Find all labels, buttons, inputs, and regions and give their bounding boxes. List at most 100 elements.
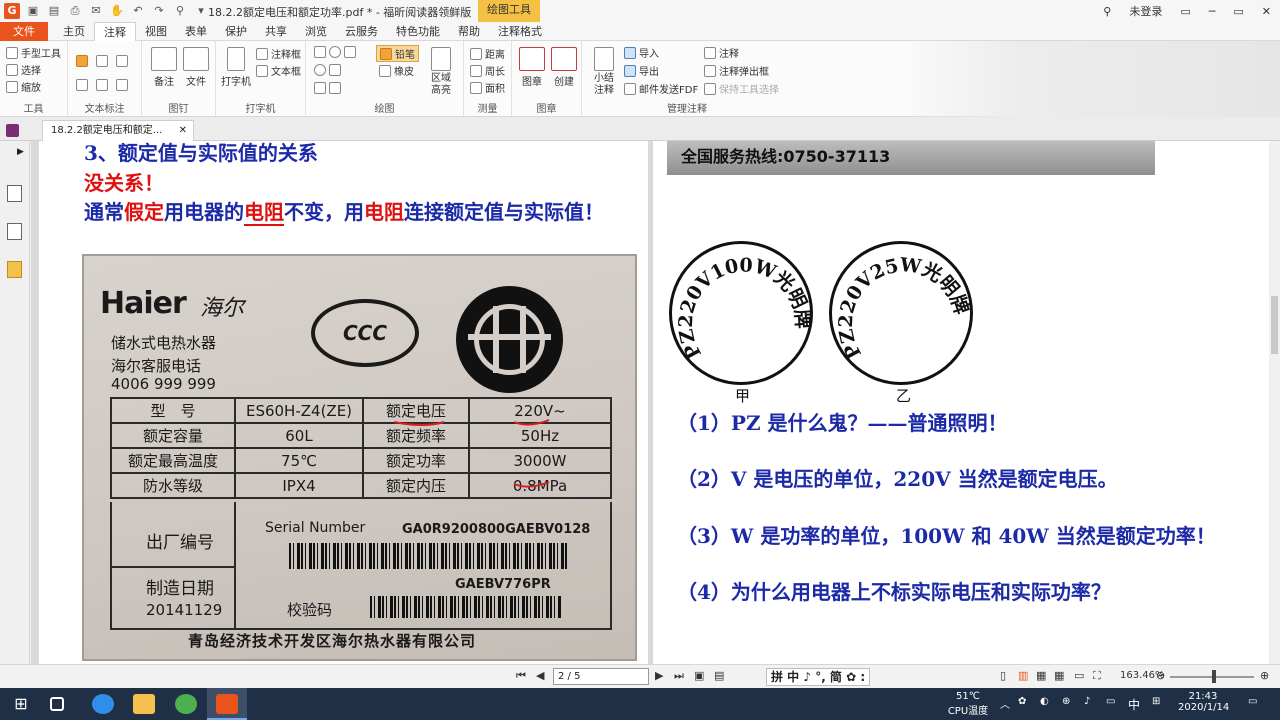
hand-icon[interactable]: ✋ xyxy=(109,3,125,19)
first-page-icon[interactable]: ⏮ xyxy=(516,669,526,683)
highlight-text-icon[interactable] xyxy=(76,55,88,67)
import-button[interactable]: 导入 xyxy=(624,45,659,60)
line-icon[interactable] xyxy=(329,82,341,94)
foxit-taskbar-button[interactable] xyxy=(207,688,247,720)
ime-toolbar[interactable]: 拼 中 ♪ °, 简 ✿ : xyxy=(766,668,871,686)
foxit-logo-icon[interactable]: G xyxy=(4,3,20,19)
perimeter-button[interactable]: 周长 xyxy=(470,63,505,78)
edge-icon[interactable] xyxy=(92,694,114,714)
comment-panel-icon[interactable] xyxy=(6,124,19,137)
tray-expand-icon[interactable]: ︿ xyxy=(1000,696,1010,711)
bulb-icon[interactable]: ⚲ xyxy=(1103,5,1111,18)
callout-button[interactable]: 注释框 xyxy=(256,46,301,61)
comments-icon[interactable] xyxy=(7,261,22,278)
customize-icon[interactable]: ▾ xyxy=(193,3,209,19)
pages-icon[interactable] xyxy=(7,223,22,240)
cloud-icon[interactable] xyxy=(329,46,341,58)
continuous-page-icon[interactable]: ▥ xyxy=(1018,669,1028,682)
area-highlight-button[interactable]: 区域高亮 xyxy=(424,47,458,97)
scroll-thumb[interactable] xyxy=(1271,296,1278,354)
distance-button[interactable]: 距离 xyxy=(470,46,505,61)
tab-comment[interactable]: 注释 xyxy=(94,22,136,42)
ime-indicator[interactable]: 中 xyxy=(1128,696,1140,713)
zoom-out-icon[interactable]: ⊖ xyxy=(1156,669,1165,682)
tab-view[interactable]: 视图 xyxy=(136,22,176,40)
pentagon-icon[interactable] xyxy=(314,82,326,94)
notification-icon[interactable]: ▭ xyxy=(1248,696,1257,707)
replace-text-icon[interactable] xyxy=(96,79,108,91)
tray-app2-icon[interactable]: ◐ xyxy=(1040,696,1049,707)
minimize-icon[interactable]: ─ xyxy=(1209,5,1216,18)
network-icon[interactable]: ▭ xyxy=(1106,696,1115,707)
tab-cloud[interactable]: 云服务 xyxy=(336,22,387,40)
typewriter-button[interactable]: 打字机 xyxy=(218,47,254,88)
compare-icon[interactable]: ▤ xyxy=(714,669,724,682)
open-icon[interactable]: ▣ xyxy=(25,3,41,19)
popup-dropdown[interactable]: 注释弹出框 xyxy=(704,63,769,78)
area-button[interactable]: 面积 xyxy=(470,80,505,95)
expand-arrow-icon[interactable]: ▶ xyxy=(17,147,24,157)
strikeout-icon[interactable] xyxy=(76,79,88,91)
rectangle-icon[interactable] xyxy=(314,46,326,58)
single-page-icon[interactable]: ▯ xyxy=(1000,669,1006,682)
tab-share[interactable]: 共享 xyxy=(256,22,296,40)
file-explorer-icon[interactable] xyxy=(133,694,155,714)
email-fdf-button[interactable]: 邮件发送FDF xyxy=(624,81,698,96)
tab-comment-format[interactable]: 注释格式 xyxy=(489,22,551,40)
keep-tool-checkbox[interactable]: 保持工具选择 xyxy=(704,81,779,96)
undo-icon[interactable]: ↶ xyxy=(130,3,146,19)
tab-help[interactable]: 帮助 xyxy=(449,22,489,40)
menu-file[interactable]: 文件 xyxy=(0,22,48,41)
pencil-button[interactable]: 铅笔 xyxy=(376,45,419,62)
polygon-icon[interactable] xyxy=(344,46,356,58)
prev-page-icon[interactable]: ◀ xyxy=(536,669,544,682)
create-stamp-button[interactable]: 创建 xyxy=(544,47,584,88)
tab-protect[interactable]: 保护 xyxy=(216,22,256,40)
fit-page-icon[interactable]: ▭ xyxy=(1074,669,1084,682)
underline-icon[interactable] xyxy=(116,55,128,67)
task-view-icon[interactable] xyxy=(50,697,64,711)
context-tab-drawing-tools[interactable]: 绘图工具 xyxy=(478,0,540,22)
zoom-slider-thumb[interactable] xyxy=(1212,670,1216,683)
eraser-button[interactable]: 橡皮 xyxy=(379,63,414,78)
vertical-scrollbar[interactable] xyxy=(1269,141,1280,664)
print-icon[interactable]: ⎙ xyxy=(67,3,83,19)
network-globe-icon[interactable]: ⊕ xyxy=(1062,696,1070,707)
keyboard-icon[interactable]: ⊞ xyxy=(1152,696,1160,707)
restore-icon[interactable]: ▭ xyxy=(1233,5,1243,18)
last-page-icon[interactable]: ⏭ xyxy=(674,669,684,683)
export-button[interactable]: 导出 xyxy=(624,63,659,78)
document-tab[interactable]: 18.2.2额定电压和额定... ✕ xyxy=(42,120,194,141)
copy-page-icon[interactable]: ▣ xyxy=(694,669,704,682)
tab-home[interactable]: 主页 xyxy=(54,22,94,40)
bookmark-icon[interactable] xyxy=(7,185,22,202)
insert-text-icon[interactable] xyxy=(116,79,128,91)
tab-features[interactable]: 特色功能 xyxy=(387,22,449,40)
squiggly-icon[interactable] xyxy=(96,55,108,67)
hand-tool-button[interactable]: 手型工具 xyxy=(6,45,61,60)
close-tab-icon[interactable]: ✕ xyxy=(179,121,187,141)
save-icon[interactable]: ▤ xyxy=(46,3,62,19)
windows-start-icon[interactable]: ⊞ xyxy=(10,694,32,714)
tab-browse[interactable]: 浏览 xyxy=(296,22,336,40)
browser-icon[interactable] xyxy=(175,694,197,714)
redo-icon[interactable]: ↷ xyxy=(151,3,167,19)
next-page-icon[interactable]: ▶ xyxy=(655,669,663,682)
summary-button[interactable]: 小结注释 xyxy=(586,47,622,97)
file-attach-button[interactable]: 文件 xyxy=(176,47,216,88)
clock[interactable]: 21:43 2020/1/14 xyxy=(1178,691,1229,713)
zoom-button[interactable]: 缩放 xyxy=(6,79,41,94)
stamp-quick-icon[interactable]: ⚲ xyxy=(172,3,188,19)
fullscreen-icon[interactable]: ⛶ xyxy=(1093,669,1101,683)
page-number-input[interactable]: 2 / 5 xyxy=(553,668,649,685)
arrow-icon[interactable] xyxy=(329,64,341,76)
continuous-facing-icon[interactable]: ▦ xyxy=(1054,669,1064,682)
tab-form[interactable]: 表单 xyxy=(176,22,216,40)
zoom-in-icon[interactable]: ⊕ xyxy=(1260,669,1269,682)
login-link[interactable]: 未登录 xyxy=(1129,3,1162,19)
email-icon[interactable]: ✉ xyxy=(88,3,104,19)
oval-icon[interactable] xyxy=(314,64,326,76)
volume-icon[interactable]: ♪ xyxy=(1084,696,1090,707)
tray-app-icon[interactable]: ✿ xyxy=(1018,696,1026,707)
select-button[interactable]: 选择 xyxy=(6,62,41,77)
